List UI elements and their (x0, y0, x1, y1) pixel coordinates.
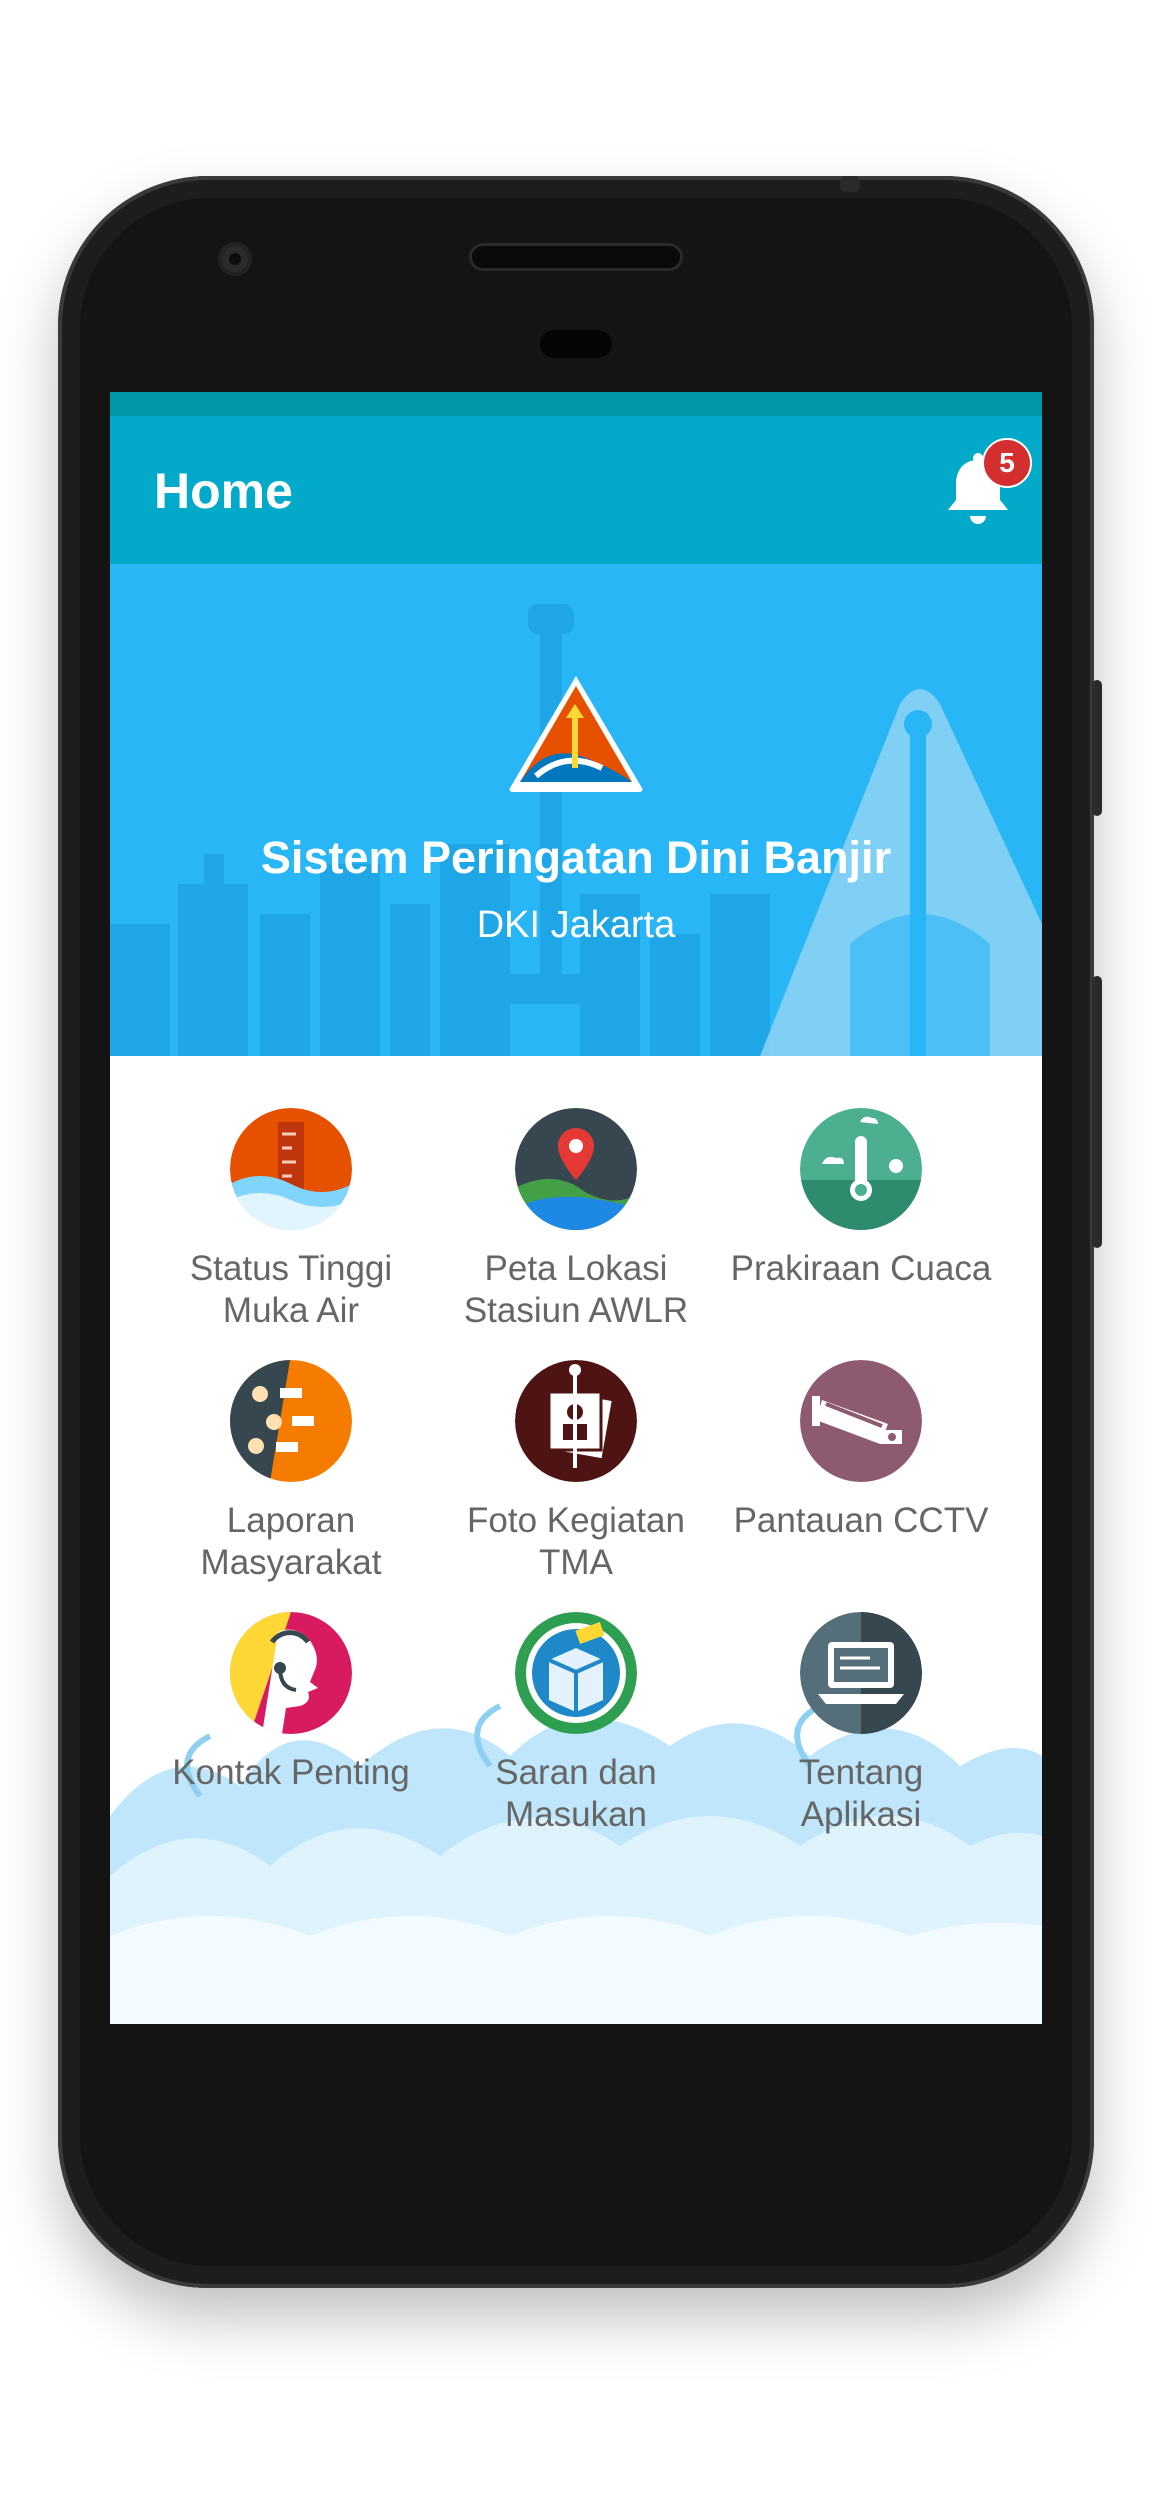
page-title: Home (154, 463, 293, 519)
hero-title: Sistem Peringatan Dini Banjir (260, 832, 892, 883)
weather-icon (800, 1108, 922, 1230)
cctv-icon (800, 1360, 922, 1482)
menu-item-label: Peta Lokasi Stasiun AWLR (463, 1249, 689, 1330)
app-screen: Home 5 Sistem Peringatan Dini Banjir DKI… (110, 392, 1042, 2024)
front-camera (218, 242, 252, 276)
laptop-icon (800, 1612, 922, 1734)
proximity-sensor (540, 330, 612, 358)
menu-item-label: Pantauan CCTV (733, 1501, 989, 1540)
menu-item-label: Saran dan Masukan (495, 1753, 657, 1834)
power-button (1092, 680, 1102, 816)
menu-item-label: Kontak Penting (172, 1753, 410, 1792)
app-bar: Home 5 (110, 416, 1042, 564)
menu-item-label: Status Tinggi Muka Air (189, 1249, 393, 1330)
contact-icon (230, 1612, 352, 1734)
top-button (840, 176, 860, 192)
menu-panel: Status Tinggi Muka Air Peta Lokasi Stasiun… (110, 1056, 1042, 2024)
menu-item-label: Tentang Aplikasi (798, 1753, 924, 1834)
earpiece-speaker (472, 246, 680, 268)
water-level-icon (230, 1108, 352, 1230)
hero-banner: Sistem Peringatan Dini Banjir DKI Jakart… (110, 564, 1042, 1056)
notification-badge: 5 (982, 438, 1032, 488)
report-icon (230, 1360, 352, 1482)
volume-button (1092, 976, 1102, 1248)
status-bar (110, 392, 1042, 416)
app-logo-icon (509, 676, 643, 792)
menu-item-label: Prakiraan Cuaca (730, 1249, 992, 1288)
menu-item-label: Laporan Masyarakat (200, 1501, 382, 1582)
photo-icon (515, 1360, 637, 1482)
suggestion-box-icon (515, 1612, 637, 1734)
menu-item-label: Foto Kegiatan TMA (467, 1501, 685, 1582)
map-pin-icon (515, 1108, 637, 1230)
city-skyline-illustration (110, 604, 1042, 1056)
hero-subtitle: DKI Jakarta (476, 904, 676, 946)
